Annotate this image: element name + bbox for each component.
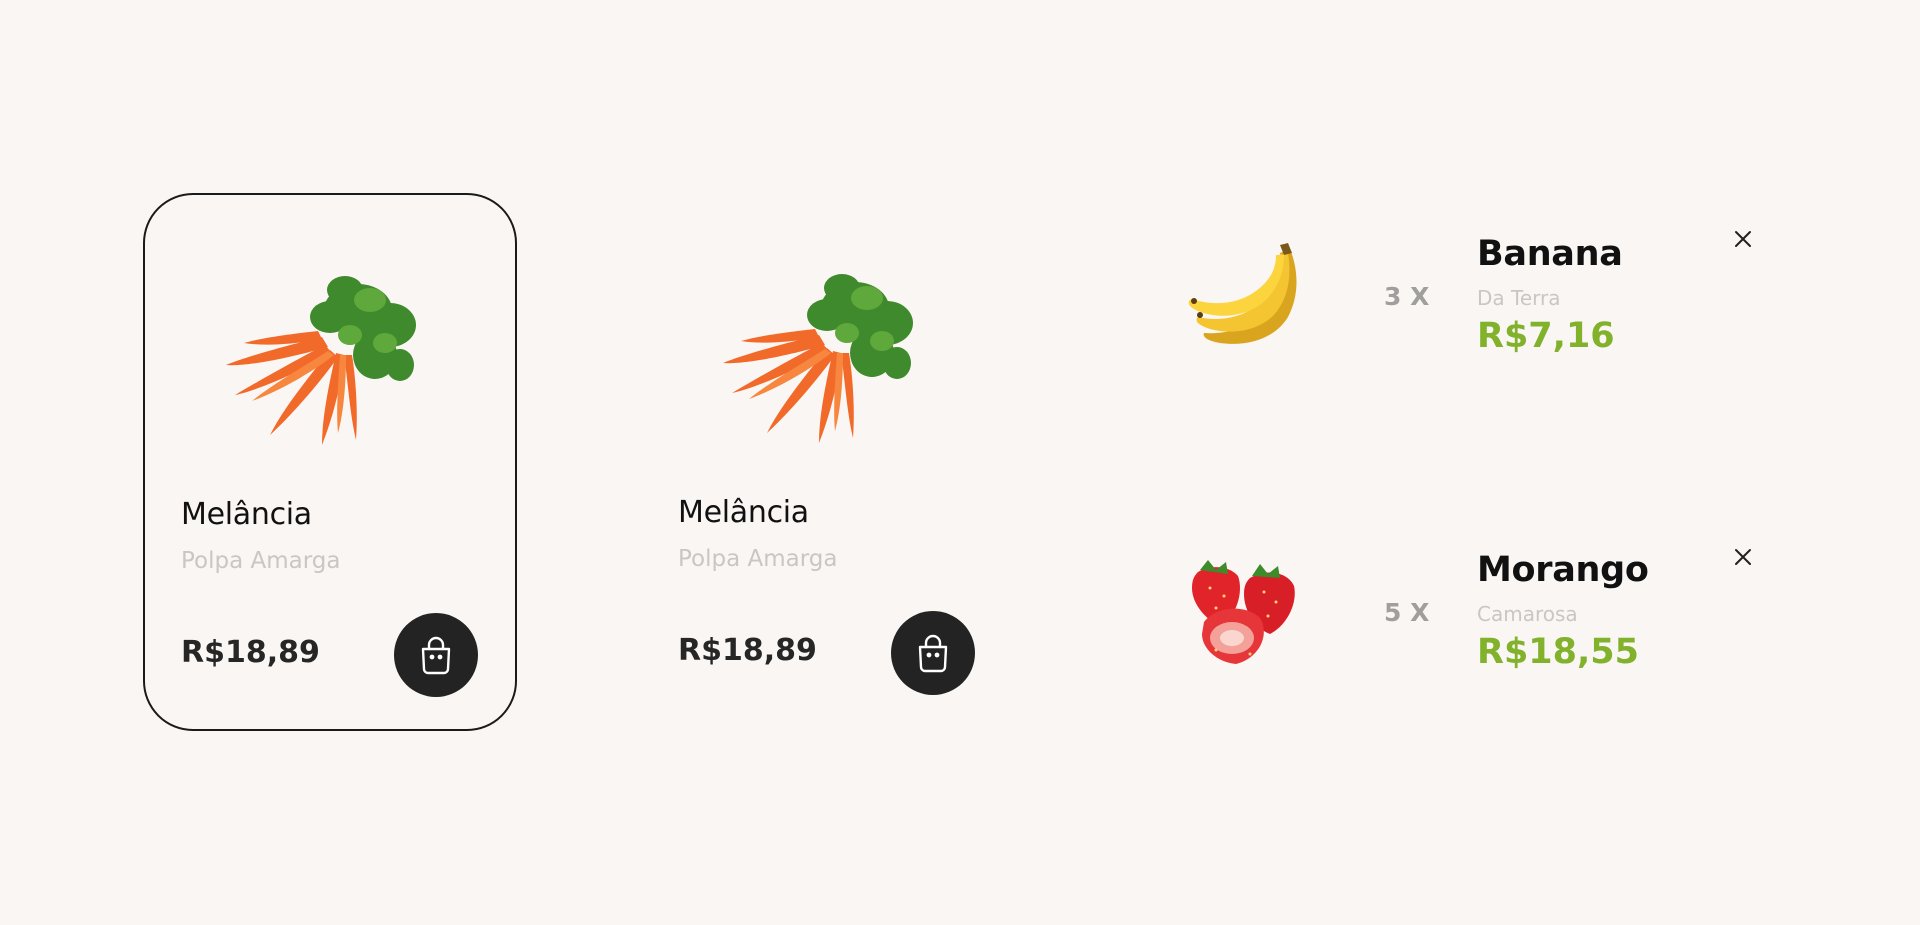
strawberry-icon [1192,560,1295,664]
product-subtitle: Polpa Amarga [678,546,838,572]
close-icon[interactable] [1732,228,1754,250]
product-card[interactable]: Melância Polpa Amarga R$18,89 [642,193,1016,731]
cart-item-subtitle: Camarosa [1477,602,1578,626]
cart-item-price: R$7,16 [1477,316,1615,356]
product-name: Melância [181,497,312,532]
cart-item-price: R$18,55 [1477,632,1640,672]
close-icon[interactable] [1732,546,1754,568]
cart-item-name: Morango [1477,550,1649,590]
shopping-bag-icon [918,634,948,673]
add-to-cart-button[interactable] [891,611,975,695]
add-to-cart-button[interactable] [394,613,478,697]
cart-item-quantity: 3 X [1384,282,1430,311]
product-subtitle: Polpa Amarga [181,548,341,574]
product-name: Melância [678,495,809,530]
carrot-bunch-icon [210,255,440,455]
product-price: R$18,89 [181,635,320,670]
product-price: R$18,89 [678,633,817,668]
shopping-bag-icon [421,636,451,675]
cart-item: 5 X Morango Camarosa R$18,55 [1180,540,1760,680]
cart-item-quantity: 5 X [1384,598,1430,627]
cart-item-subtitle: Da Terra [1477,286,1561,310]
cart-item-name: Banana [1477,234,1623,274]
product-card[interactable]: Melância Polpa Amarga R$18,89 [143,193,517,731]
carrot-bunch-icon [707,253,937,453]
banana-icon [1188,243,1297,344]
cart-item: 3 X Banana Da Terra R$7,16 [1180,222,1760,362]
